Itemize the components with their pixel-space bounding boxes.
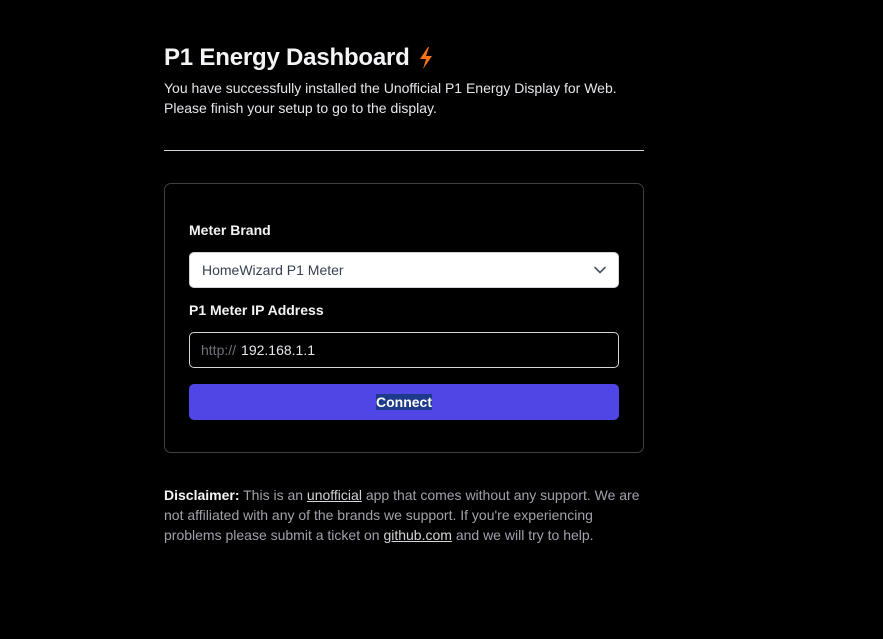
setup-container: P1 Energy Dashboard You have successfull… [164,42,644,545]
lightning-bolt-icon [418,46,434,70]
github-link[interactable]: github.com [383,527,451,543]
connect-button[interactable]: Connect [189,384,619,420]
disclaimer-label: Disclaimer: [164,487,240,503]
disclaimer-text-3: and we will try to help. [451,527,594,543]
intro-text: You have successfully installed the Unof… [164,80,617,116]
disclaimer: Disclaimer: This is an unofficial app th… [164,485,644,545]
unofficial-link[interactable]: unofficial [307,487,362,503]
ip-protocol-prefix: http:// [201,342,237,358]
meter-brand-label: Meter Brand [189,222,271,238]
ip-address-input[interactable]: 192.168.1.1 [241,342,315,358]
title-row: P1 Energy Dashboard [164,42,644,74]
chevron-down-icon [594,266,606,274]
page-title: P1 Energy Dashboard [164,44,410,71]
page: P1 Energy Dashboard You have successfull… [0,0,883,639]
ip-address-label: P1 Meter IP Address [189,302,324,318]
meter-brand-select[interactable]: HomeWizard P1 Meter [189,252,619,288]
meter-brand-value: HomeWizard P1 Meter [202,262,344,278]
ip-address-field[interactable]: http:// 192.168.1.1 [189,332,619,368]
setup-card: Meter Brand HomeWizard P1 Meter P1 Meter… [164,183,644,453]
connect-button-label: Connect [376,394,432,410]
divider [164,150,644,151]
disclaimer-text-1: This is an [239,487,307,503]
